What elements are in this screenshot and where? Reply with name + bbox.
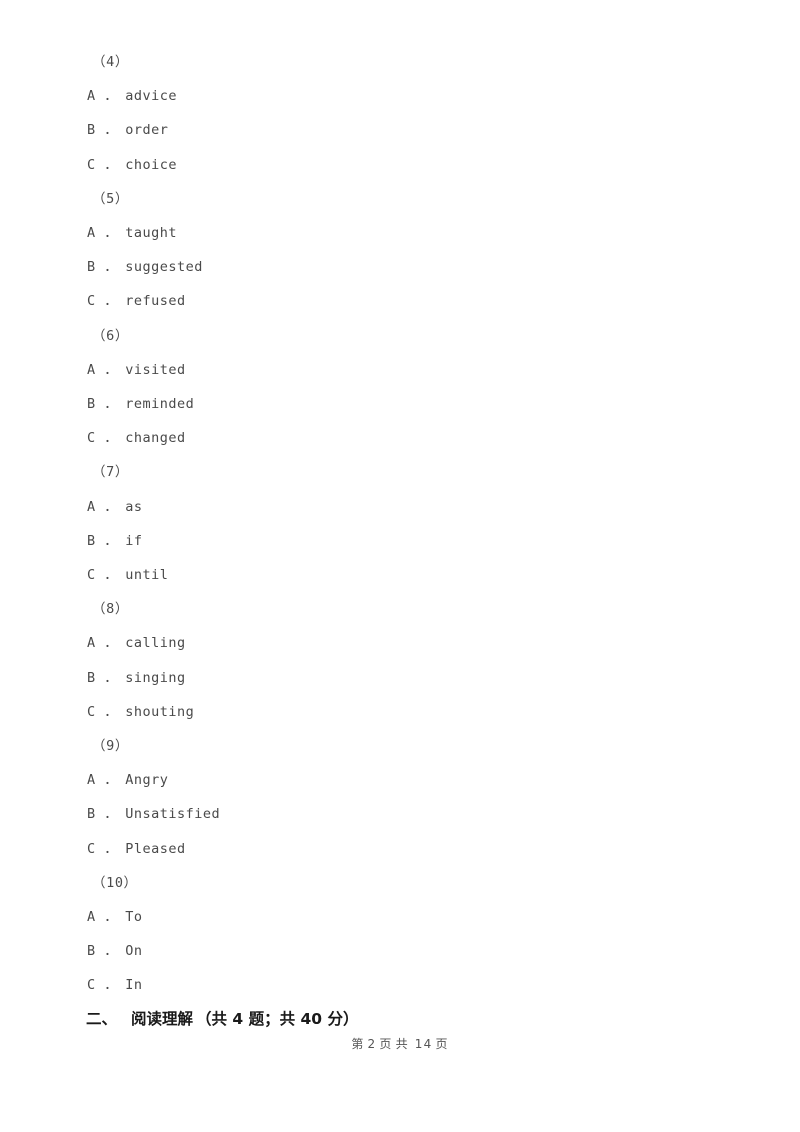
option-label: B ． xyxy=(87,122,119,139)
option-label: B ． xyxy=(87,806,119,823)
footer-prefix: 第 xyxy=(351,1037,365,1051)
answer-option[interactable]: A ． calling xyxy=(87,631,186,651)
option-label: B ． xyxy=(87,259,119,276)
option-text: changed xyxy=(125,430,186,447)
section-meta: （共 4 题；共 40 分） xyxy=(196,1010,359,1028)
option-text: reminded xyxy=(125,396,195,412)
question-number: （7） xyxy=(92,464,129,481)
option-text: Pleased xyxy=(125,840,186,857)
option-text: if xyxy=(125,532,143,549)
option-text: To xyxy=(125,909,143,925)
answer-option[interactable]: B ． reminded xyxy=(87,392,194,412)
section-title: 阅读理解 xyxy=(131,1010,194,1028)
option-text: In xyxy=(125,977,143,994)
option-label: B ． xyxy=(87,669,119,686)
option-text: until xyxy=(125,567,169,583)
question-number: （9） xyxy=(92,738,129,754)
option-label: C ． xyxy=(87,703,119,720)
document-page: （4） A ． advice B ． order C ． choice （5） A ． taugh… xyxy=(0,0,800,1132)
option-text: advice xyxy=(125,88,178,105)
question-number: （6） xyxy=(92,327,129,344)
option-label: A ． xyxy=(87,909,119,925)
answer-option[interactable]: C ． refused xyxy=(87,289,186,309)
option-text: choice xyxy=(125,156,178,173)
answer-option[interactable]: C ． changed xyxy=(87,426,186,446)
footer-middle: 共 xyxy=(395,1037,409,1051)
option-label: C ． xyxy=(87,977,119,994)
answer-option[interactable]: C ． Pleased xyxy=(87,837,186,857)
footer-page-unit: 页 xyxy=(379,1037,393,1051)
answer-option[interactable]: B ． order xyxy=(87,118,168,138)
footer-page-unit-2: 页 xyxy=(435,1037,449,1051)
option-label: A ． xyxy=(87,635,119,652)
answer-option[interactable]: B ． suggested xyxy=(87,255,203,275)
option-text: calling xyxy=(125,635,186,652)
answer-option[interactable]: A ． taught xyxy=(87,221,177,241)
answer-option[interactable]: B ． singing xyxy=(87,666,186,686)
option-text: Unsatisfied xyxy=(125,806,221,823)
option-label: A ． xyxy=(87,361,119,378)
option-text: refused xyxy=(125,293,186,310)
answer-option[interactable]: B ． if xyxy=(87,529,143,549)
option-text: shouting xyxy=(125,703,195,720)
question-number: （8） xyxy=(92,601,129,618)
answer-option[interactable]: A ． To xyxy=(87,905,143,925)
answer-option[interactable]: A ． visited xyxy=(87,358,186,378)
option-label: B ． xyxy=(87,532,119,549)
option-label: A ． xyxy=(87,88,119,105)
option-text: singing xyxy=(125,669,186,686)
answer-option[interactable]: C ． until xyxy=(87,563,168,583)
answer-option[interactable]: B ． Unsatisfied xyxy=(87,802,220,822)
option-text: visited xyxy=(125,361,186,378)
option-text: Angry xyxy=(125,772,169,789)
answer-option[interactable]: C ． In xyxy=(87,973,143,993)
option-label: C ． xyxy=(87,840,119,857)
option-label: A ． xyxy=(87,498,119,515)
option-label: A ． xyxy=(87,772,119,789)
option-label: B ． xyxy=(87,396,119,412)
option-text: as xyxy=(125,498,143,515)
page-footer: 第 2 页共 14 页 xyxy=(0,1035,800,1052)
footer-current-page: 2 xyxy=(367,1037,377,1051)
option-text: order xyxy=(125,122,169,139)
option-label: B ． xyxy=(87,943,119,960)
answer-option[interactable]: C ． shouting xyxy=(87,700,194,720)
question-number: （4） xyxy=(92,54,129,70)
option-label: A ． xyxy=(87,225,119,241)
option-label: C ． xyxy=(87,293,119,310)
answer-option[interactable]: A ． advice xyxy=(87,84,177,104)
option-text: On xyxy=(125,943,143,960)
question-number: （5） xyxy=(92,190,129,207)
option-label: C ． xyxy=(87,430,119,447)
answer-option[interactable]: A ． Angry xyxy=(87,768,168,788)
answer-option[interactable]: A ． as xyxy=(87,495,143,515)
answer-option[interactable]: B ． On xyxy=(87,939,143,959)
section-heading: 二、 阅读理解 （共 4 题；共 40 分） xyxy=(86,1007,358,1029)
option-label: C ． xyxy=(87,567,119,583)
answer-option[interactable]: C ． choice xyxy=(87,153,177,173)
option-label: C ． xyxy=(87,156,119,173)
option-text: suggested xyxy=(125,259,203,276)
section-marker: 二、 xyxy=(86,1010,118,1028)
question-number: （10） xyxy=(92,874,138,891)
option-text: taught xyxy=(125,225,178,241)
footer-total-pages: 14 xyxy=(414,1037,433,1051)
